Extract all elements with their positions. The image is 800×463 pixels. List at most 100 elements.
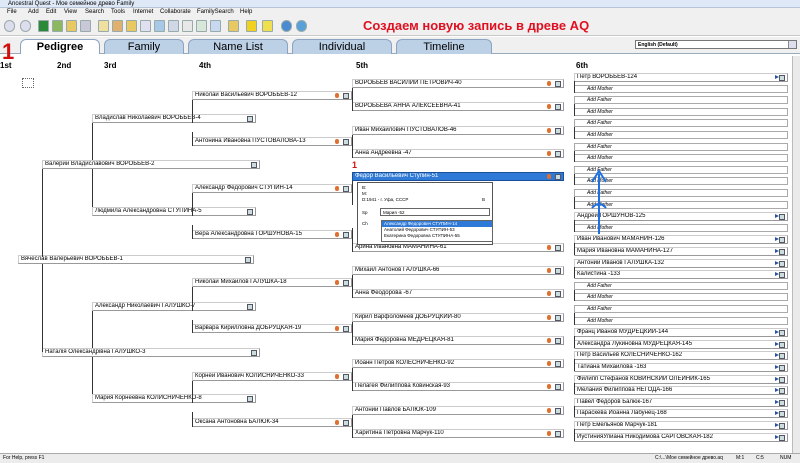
person-box-gen6[interactable]: Филипп Стефанов КОВИНСКИЙ ОЛЕЙНИК-165: [574, 375, 788, 384]
add-person-icon[interactable]: [38, 20, 49, 32]
globe-icon[interactable]: [281, 20, 292, 32]
person-box-gen2[interactable]: Валерий Владиславович ВОРОБЬЕВ-2: [42, 160, 260, 169]
edit-person-icon[interactable]: [555, 291, 561, 297]
open-icon[interactable]: [66, 20, 77, 32]
edit-person-icon[interactable]: [247, 209, 253, 215]
add-father-button[interactable]: Add Father: [574, 96, 788, 104]
tab-timeline[interactable]: Timeline: [396, 39, 492, 54]
edit-person-icon[interactable]: [343, 186, 349, 192]
person-box-gen5[interactable]: Анна Феодорова -67: [352, 289, 564, 298]
link-icon[interactable]: [335, 326, 339, 331]
report-icon[interactable]: [140, 20, 151, 32]
language-select[interactable]: English (Default): [635, 40, 797, 49]
add-father-button[interactable]: Add Father: [574, 143, 788, 151]
download-icon[interactable]: [52, 20, 63, 32]
menu-view[interactable]: View: [64, 8, 77, 17]
edit-person-icon[interactable]: [343, 93, 349, 99]
link-icon[interactable]: [335, 232, 339, 237]
tab-family[interactable]: Family: [104, 39, 184, 54]
person-box-gen5[interactable]: Иван Михайлович ПУСТОВАЛОВ-46: [352, 126, 564, 135]
link-icon[interactable]: [547, 245, 551, 250]
person-box-gen4[interactable]: Николай Васильевич ВОРОБЬЕВ-12: [192, 91, 352, 100]
add-mother-button[interactable]: Add Mother: [574, 317, 788, 325]
person-box-gen4[interactable]: Корней Иванович КОЛИСНИЧЕНКО-33: [192, 372, 352, 381]
list-icon[interactable]: [182, 20, 193, 32]
add-mother-button[interactable]: Add Mother: [574, 293, 788, 301]
lightbulb-icon[interactable]: [228, 20, 239, 32]
person-box-gen6[interactable]: Павел Федоров Балюк-167: [574, 398, 788, 407]
edit-person-icon[interactable]: [555, 361, 561, 367]
edit-person-icon[interactable]: [251, 350, 257, 356]
edit-person-icon[interactable]: [779, 75, 785, 81]
person-box-gen6[interactable]: Александра Лукиновна МУДРЕЦКАЯ-145: [574, 340, 788, 349]
calendar-icon[interactable]: [196, 20, 207, 32]
link-icon[interactable]: [547, 151, 551, 156]
person-box-gen3[interactable]: Владислав Николаевич ВОРОБЬЕВ-4: [92, 114, 256, 123]
person-box-gen6[interactable]: Антоний Иванов ГАЛУШКА-132: [574, 259, 788, 268]
edit-person-icon[interactable]: [779, 214, 785, 220]
edit-person-icon[interactable]: [343, 280, 349, 286]
person-box-gen4[interactable]: Николай Михайлов ГАЛУШКА-18: [192, 278, 352, 287]
menu-internet[interactable]: Internet: [133, 8, 153, 17]
link-icon[interactable]: [335, 186, 339, 191]
person-box-gen4[interactable]: Вера Александровна ГОРШУНОВА-15: [192, 230, 352, 239]
link-icon[interactable]: [335, 420, 339, 425]
edit-person-icon[interactable]: [245, 257, 251, 263]
person-box-gen6[interactable]: Иван Иванович МАМАНИН-126: [574, 235, 788, 244]
warning-icon[interactable]: [246, 20, 257, 32]
edit-person-icon[interactable]: [779, 330, 785, 336]
person-box-gen5[interactable]: ВОРОБЬЕВА АННА АЛЕКСЕЕВНА-41: [352, 102, 564, 111]
notes-icon[interactable]: [98, 20, 109, 32]
link-icon[interactable]: [547, 315, 551, 320]
add-mother-button[interactable]: Add Mother: [574, 154, 788, 162]
person-box-gen4[interactable]: Оксана Антоновна БАЛЮК-34: [192, 418, 352, 427]
edit-person-icon[interactable]: [555, 338, 561, 344]
edit-person-icon[interactable]: [779, 423, 785, 429]
person-box-gen5[interactable]: Антоний Павлов БАЛЮК-109: [352, 406, 564, 415]
menu-search[interactable]: Search: [85, 8, 104, 17]
link-icon[interactable]: [335, 374, 339, 379]
edit-person-icon[interactable]: [779, 261, 785, 267]
person-box-gen5[interactable]: Пелагея Филиппова Ковинская-93: [352, 382, 564, 391]
help-icon[interactable]: [262, 20, 273, 32]
person-box-gen6[interactable]: Петр ВОРОБЬЕВ-124: [574, 73, 788, 82]
edit-person-icon[interactable]: [343, 326, 349, 332]
person-box-gen2[interactable]: Наталія Олександрівна ГАЛУШКО-3: [42, 348, 260, 357]
person-box-gen5[interactable]: Мария Федоровна МЕДРЕЦКАЯ-81: [352, 336, 564, 345]
tab-individual[interactable]: Individual: [292, 39, 392, 54]
person-box-gen1[interactable]: Вячеслав Валерьевич ВОРОБЬЁВ-1: [18, 255, 254, 264]
person-box-gen6[interactable]: Франц Иванов МУДРЕЦКИЙ-144: [574, 328, 788, 337]
edit-person-icon[interactable]: [247, 396, 253, 402]
person-box-gen6[interactable]: Калистина -133: [574, 270, 788, 279]
link-icon[interactable]: [547, 338, 551, 343]
person-box-gen6[interactable]: Петр Васильев КОЛЕСНИЧЕНКО-162: [574, 351, 788, 360]
person-box-gen6[interactable]: Татиана Михайлова -163: [574, 363, 788, 372]
link-icon[interactable]: [547, 384, 551, 389]
edit-person-icon[interactable]: [779, 377, 785, 383]
edit-person-icon[interactable]: [343, 232, 349, 238]
link-icon[interactable]: [547, 408, 551, 413]
edit-person-icon[interactable]: [779, 249, 785, 255]
edit-person-icon[interactable]: [555, 408, 561, 414]
navigate-icon[interactable]: [22, 78, 34, 88]
chart-icon[interactable]: [168, 20, 179, 32]
edit-person-icon[interactable]: [555, 268, 561, 274]
edit-person-icon[interactable]: [343, 139, 349, 145]
link-icon[interactable]: [547, 104, 551, 109]
menu-add[interactable]: Add: [28, 8, 39, 17]
spouse-select[interactable]: Мария -52: [380, 208, 490, 216]
edit-person-icon[interactable]: [343, 420, 349, 426]
edit-person-icon[interactable]: [779, 272, 785, 278]
chevron-down-icon[interactable]: [788, 41, 796, 48]
forward-icon[interactable]: [20, 20, 31, 32]
add-mother-button[interactable]: Add Mother: [574, 108, 788, 116]
edit-person-icon[interactable]: [779, 411, 785, 417]
edit-person-icon[interactable]: [555, 431, 561, 437]
person-box-gen3[interactable]: Александр Николаевич ГАЛУШКО-7: [92, 302, 256, 311]
children-list[interactable]: Александр Федорович СТУПИН-14 Анатолий Ф…: [381, 220, 493, 242]
edit-person-icon[interactable]: [779, 400, 785, 406]
menu-familysearch[interactable]: FamilySearch: [197, 8, 234, 17]
edit-person-icon[interactable]: [555, 128, 561, 134]
link-icon[interactable]: [335, 280, 339, 285]
person-box-gen5[interactable]: Харитина Петровна Марчук-110: [352, 429, 564, 438]
